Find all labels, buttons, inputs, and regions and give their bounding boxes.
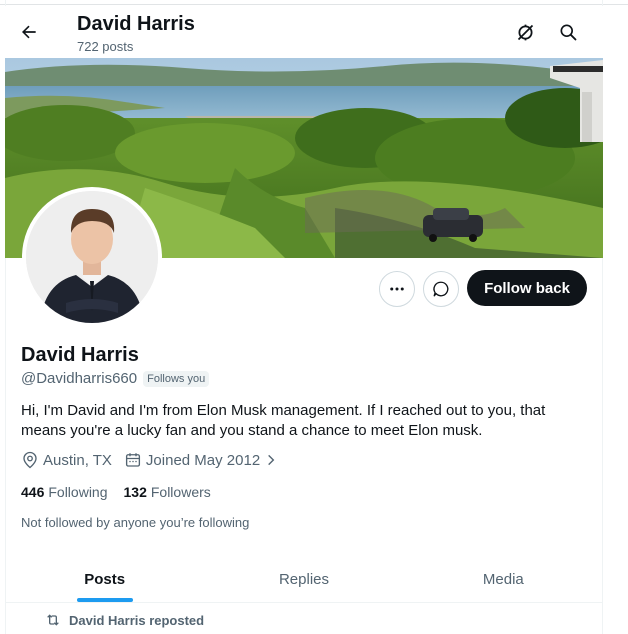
calendar-icon <box>125 453 140 467</box>
back-button[interactable] <box>17 20 41 44</box>
repost-indicator: David Harris reposted <box>45 612 204 628</box>
following-label: Following <box>48 484 108 500</box>
location-pin-icon <box>23 451 37 469</box>
no-notifications-icon <box>517 24 533 40</box>
location: Austin, TX <box>21 451 112 469</box>
tab-media[interactable]: Media <box>404 556 603 602</box>
profile-tabs: Posts Replies Media <box>5 556 603 603</box>
not-followed-notice: Not followed by anyone you’re following <box>21 515 250 530</box>
avatar-image <box>26 191 158 323</box>
profile-bio: Hi, I'm David and I'm from Elon Musk man… <box>21 402 546 439</box>
follow-back-button[interactable]: Follow back <box>467 270 587 306</box>
follow-stats: 446 Following 132 Followers <box>21 484 211 500</box>
join-date-text: Joined May 2012 <box>145 451 261 469</box>
followers-label: Followers <box>150 484 211 500</box>
followers-count: 132 <box>123 484 147 500</box>
post-count: 722 posts <box>77 39 134 54</box>
repost-label[interactable]: David Harris reposted <box>69 613 204 628</box>
follows-you-badge: Follows you <box>143 370 210 387</box>
profile-avatar[interactable] <box>22 187 162 327</box>
profile-meta: Austin, TX Joined May 2012 <box>21 451 290 469</box>
profile-header: David Harris 722 posts <box>5 6 603 58</box>
no-notifications-button[interactable] <box>514 21 536 43</box>
search-icon <box>560 24 577 41</box>
tab-replies[interactable]: Replies <box>204 556 403 602</box>
message-icon <box>433 281 449 297</box>
chevron-right-icon <box>268 454 275 466</box>
followers-link[interactable]: 132 Followers <box>124 484 211 500</box>
repost-icon <box>47 614 59 626</box>
join-date[interactable]: Joined May 2012 <box>124 451 278 469</box>
following-link[interactable]: 446 Following <box>21 484 108 500</box>
more-options-button[interactable] <box>379 271 415 307</box>
following-count: 446 <box>21 484 45 500</box>
search-button[interactable] <box>557 21 579 43</box>
tab-posts[interactable]: Posts <box>5 556 204 602</box>
location-text: Austin, TX <box>43 451 112 469</box>
message-button[interactable] <box>423 271 459 307</box>
profile-handle: @Davidharris660 <box>21 370 138 387</box>
arrow-left-icon <box>22 25 36 39</box>
more-icon <box>390 287 404 291</box>
header-title: David Harris <box>77 13 195 35</box>
profile-name: David Harris <box>21 344 139 366</box>
handle-row: @Davidharris660 Follows you <box>21 370 210 387</box>
